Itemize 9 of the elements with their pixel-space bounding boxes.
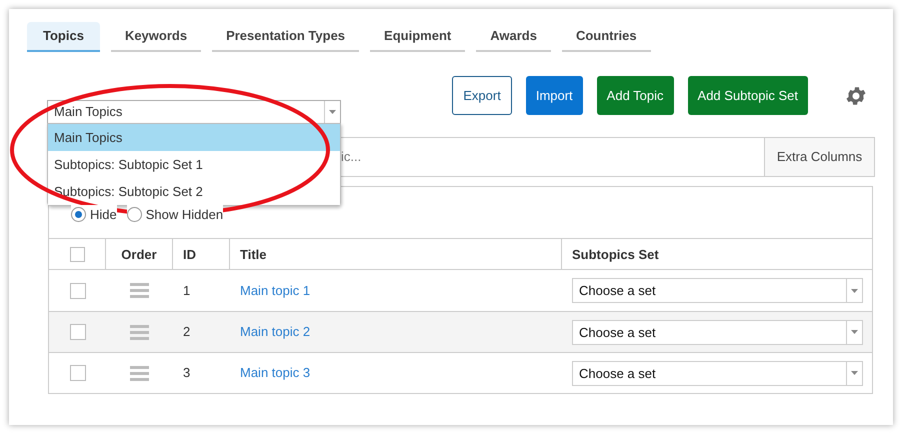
- column-header: Order: [106, 239, 173, 269]
- table-cell: 2: [183, 324, 190, 340]
- table-cell: 3: [183, 365, 190, 380]
- column-header: Subtopics Set: [571, 246, 660, 264]
- radio-label: Show Hidden: [146, 206, 224, 224]
- radio-label: Hide: [90, 206, 117, 224]
- column-header: Title: [230, 239, 562, 269]
- table-cell: 1: [183, 282, 190, 298]
- column-header: ID: [173, 239, 230, 269]
